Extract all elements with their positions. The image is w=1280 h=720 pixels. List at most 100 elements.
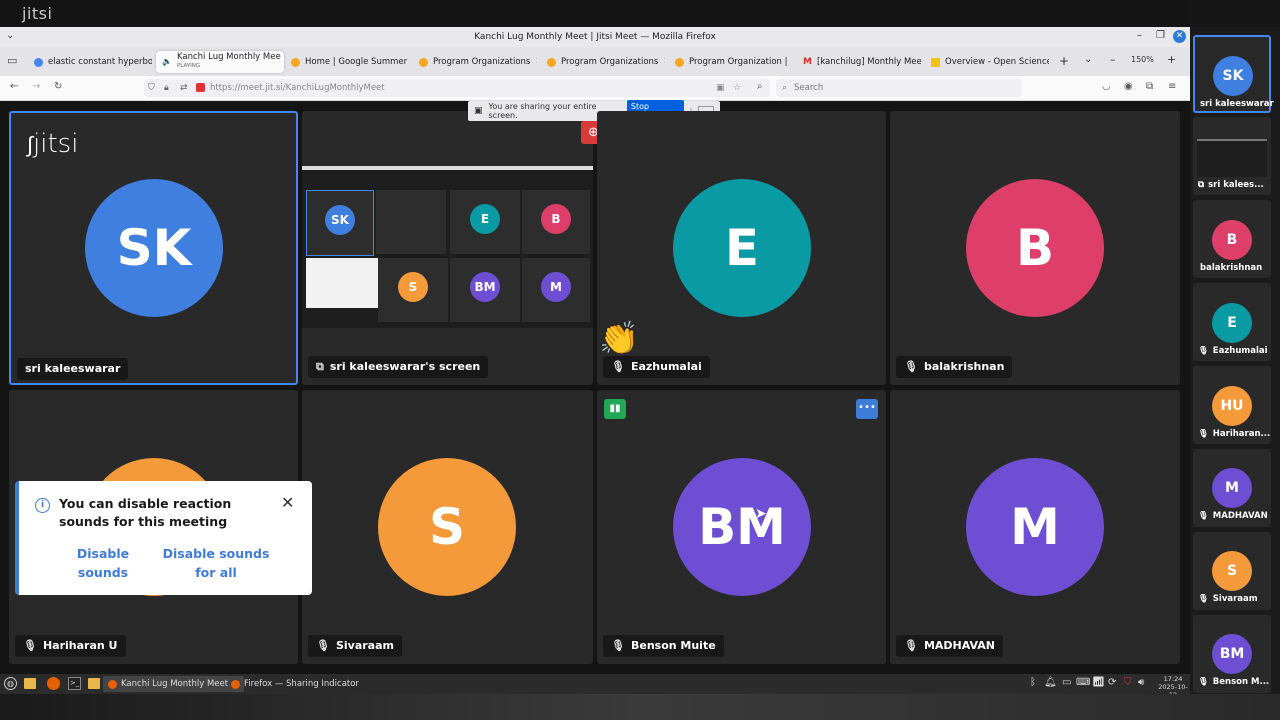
mic-muted-icon: 🎙︎	[611, 360, 625, 373]
forward-icon[interactable]: →	[32, 81, 40, 92]
thumb-eazhumalai[interactable]: E 🎙︎ Eazhumalai	[1193, 283, 1271, 361]
zoom-level[interactable]: 150%	[1131, 55, 1154, 64]
gsoc-favicon-icon	[547, 57, 556, 67]
firefox-icon[interactable]	[47, 677, 60, 690]
keyboard-icon[interactable]: ⌨	[1076, 677, 1090, 688]
menu-icon[interactable]: ≡	[1168, 81, 1176, 92]
participant-name: MADHAVAN	[923, 639, 996, 652]
volume-icon[interactable]: 🔊︎	[1138, 677, 1144, 688]
thumb-sivaraam[interactable]: S 🎙︎ Sivaraam	[1193, 532, 1271, 610]
disable-sounds-button[interactable]: Disable sounds	[69, 544, 137, 582]
gsoc-favicon-icon	[291, 57, 300, 67]
nav-bar: ← → ↻ ⛉ 🔒︎ ⇄ https://meet.jit.si/KanchiL…	[0, 76, 1190, 101]
tab-bar: ▭ elastic constant hyperbo ✕ 🔈 Kanchi Lu…	[0, 47, 1190, 76]
tile-screen-share[interactable]: SK E B S BM M ⧉ sri kaleeswarar's screen	[302, 111, 593, 385]
tab-list-icon[interactable]: ▭	[7, 54, 17, 67]
tab-program-orgs-1[interactable]: Program Organizations ✕	[413, 51, 537, 73]
tile-benson-muite[interactable]: ▮▮ ••• BM ➤ 🎙︎ Benson Muite	[597, 390, 886, 664]
screen-share-preview: SK E B S BM M	[302, 166, 593, 328]
close-window-icon[interactable]: ✕	[1173, 30, 1186, 43]
tab-program-org-3[interactable]: Program Organization | ✕	[669, 51, 793, 73]
update-icon[interactable]: ⟳	[1108, 677, 1116, 688]
extensions-icon[interactable]: ⧉	[1146, 81, 1153, 92]
tab-overflow-chevron-icon[interactable]: ⌄	[1084, 54, 1092, 65]
thumb-madhavan[interactable]: M 🎙︎ MADHAVAN	[1193, 449, 1271, 527]
firefox-icon	[108, 679, 117, 689]
tab-open-science[interactable]: Overview - Open Science ✕	[925, 51, 1049, 73]
os-taskbar: ◍ >_ Kanchi Lug Monthly Meet ... Firefox…	[0, 674, 1190, 699]
search-engine-icon[interactable]: ⌕	[757, 81, 763, 92]
permissions-icon[interactable]: ⇄	[180, 79, 188, 97]
tile-eazhumalai[interactable]: E 👏 🎙︎ Eazhumalai	[597, 111, 886, 385]
tab-kanchilug-mail[interactable]: M [kanchilug] Monthly Mee ✕	[797, 51, 921, 73]
taskbar-item-sharing-indicator[interactable]: Firefox — Sharing Indicator	[226, 676, 364, 692]
clipboard-icon[interactable]: ▭	[1062, 677, 1071, 688]
thumb-hariharan[interactable]: HU 🎙︎ Hariharan...	[1193, 366, 1271, 444]
os-menu-icon[interactable]: ◍	[4, 677, 17, 690]
notifications-icon[interactable]: 🔔︎	[1044, 677, 1057, 688]
url-bar[interactable]: ⛉ 🔒︎ ⇄ https://meet.jit.si/KanchiLugMont…	[144, 79, 770, 97]
tile-sivaraam[interactable]: S 🎙︎ Sivaraam	[302, 390, 593, 664]
gsoc-favicon-icon	[419, 57, 428, 67]
lock-icon[interactable]: 🔒︎	[164, 79, 169, 97]
bluetooth-icon[interactable]: ᛒ	[1030, 677, 1036, 688]
tab-close-icon[interactable]: ✕	[663, 51, 665, 73]
shield-alert-icon[interactable]: ⛉	[1124, 677, 1132, 688]
wifi-icon[interactable]: 📶︎	[1092, 677, 1105, 688]
connection-quality-icon[interactable]: ▮▮	[604, 399, 626, 419]
tab-close-icon[interactable]: ✕	[535, 51, 537, 73]
name-tag: 🎙︎ Eazhumalai	[603, 356, 710, 378]
mic-muted-icon: 🎙︎	[1198, 511, 1209, 521]
avatar: B	[966, 179, 1104, 317]
close-icon[interactable]: ✕	[281, 493, 294, 512]
terminal-icon[interactable]: >_	[68, 677, 81, 690]
tab-close-icon[interactable]: ✕	[792, 51, 793, 73]
thumb-balakrishnan[interactable]: B balakrishnan	[1193, 200, 1271, 278]
account-icon[interactable]: ◉	[1124, 81, 1133, 92]
url-text[interactable]: https://meet.jit.si/KanchiLugMonthlyMeet	[210, 79, 385, 97]
tab-elastic[interactable]: elastic constant hyperbo ✕	[28, 51, 152, 73]
search-bar[interactable]: ⌕ Search	[776, 79, 1022, 97]
restore-icon[interactable]: ❐	[1156, 30, 1165, 41]
tab-label: Program Organization |	[689, 57, 788, 67]
files-icon[interactable]	[24, 678, 36, 689]
reload-icon[interactable]: ↻	[54, 81, 62, 92]
tile-sri-kaleeswarar[interactable]: ∫jitsi SK sri kaleeswarar	[9, 111, 298, 385]
minimize-icon[interactable]: –	[1137, 30, 1142, 41]
zoom-out-icon[interactable]: –	[1110, 53, 1116, 66]
tab-gsoc-home[interactable]: Home | Google Summer ✕	[285, 51, 409, 73]
window-menu-chevron-icon[interactable]: ⌄	[6, 30, 14, 41]
picture-in-picture-icon[interactable]: ▣	[716, 79, 725, 97]
tile-balakrishnan[interactable]: B 🎙︎ balakrishnan	[890, 111, 1180, 385]
disable-sounds-for-all-button[interactable]: Disable sounds for all	[161, 544, 271, 582]
more-options-icon[interactable]: •••	[856, 399, 878, 419]
tab-kanchi-lug[interactable]: 🔈 Kanchi Lug Monthly Mee PLAYING ✕	[156, 51, 284, 73]
window-titlebar: ⌄ Kanchi Lug Monthly Meet | Jitsi Meet —…	[0, 27, 1190, 47]
thumb-sri-kaleeswarar[interactable]: SK sri kaleeswarar	[1193, 35, 1274, 113]
taskbar-item-meet[interactable]: Kanchi Lug Monthly Meet ...	[103, 676, 244, 692]
thumb-benson-muite[interactable]: BM 🎙︎ Benson M...	[1193, 615, 1271, 693]
thumb-name: sri kalees...	[1208, 180, 1264, 190]
thumb-name: Benson M...	[1212, 677, 1270, 687]
tab-program-orgs-2[interactable]: Program Organizations ✕	[541, 51, 665, 73]
participant-name: Eazhumalai	[630, 360, 702, 373]
clap-reaction-icon: 👏	[599, 319, 639, 357]
thumb-avatar: S	[1212, 551, 1252, 591]
tile-madhavan[interactable]: M 🎙︎ MADHAVAN	[890, 390, 1180, 664]
shield-icon[interactable]: ⛉	[148, 79, 155, 97]
back-icon[interactable]: ←	[10, 81, 18, 92]
thumb-screen-share[interactable]: ⧉ sri kalees...	[1193, 117, 1271, 195]
preview-avatar: BM	[470, 272, 500, 302]
new-tab-icon[interactable]: +	[1059, 54, 1069, 68]
search-input[interactable]: Search	[794, 79, 823, 97]
tab-label: Kanchi Lug Monthly Mee	[176, 52, 281, 62]
zoom-in-icon[interactable]: +	[1167, 53, 1176, 66]
share-screen-icon: ▣	[474, 106, 483, 116]
screen-share-indicator-icon[interactable]	[196, 83, 205, 92]
folder-icon[interactable]	[88, 678, 100, 689]
preview-notification	[306, 258, 378, 308]
bookmark-star-icon[interactable]: ☆	[733, 79, 741, 97]
name-tag: sri kaleeswarar	[17, 358, 129, 380]
name-tag: 🎙︎ balakrishnan	[896, 356, 1013, 378]
pocket-icon[interactable]: ◡	[1102, 81, 1111, 92]
